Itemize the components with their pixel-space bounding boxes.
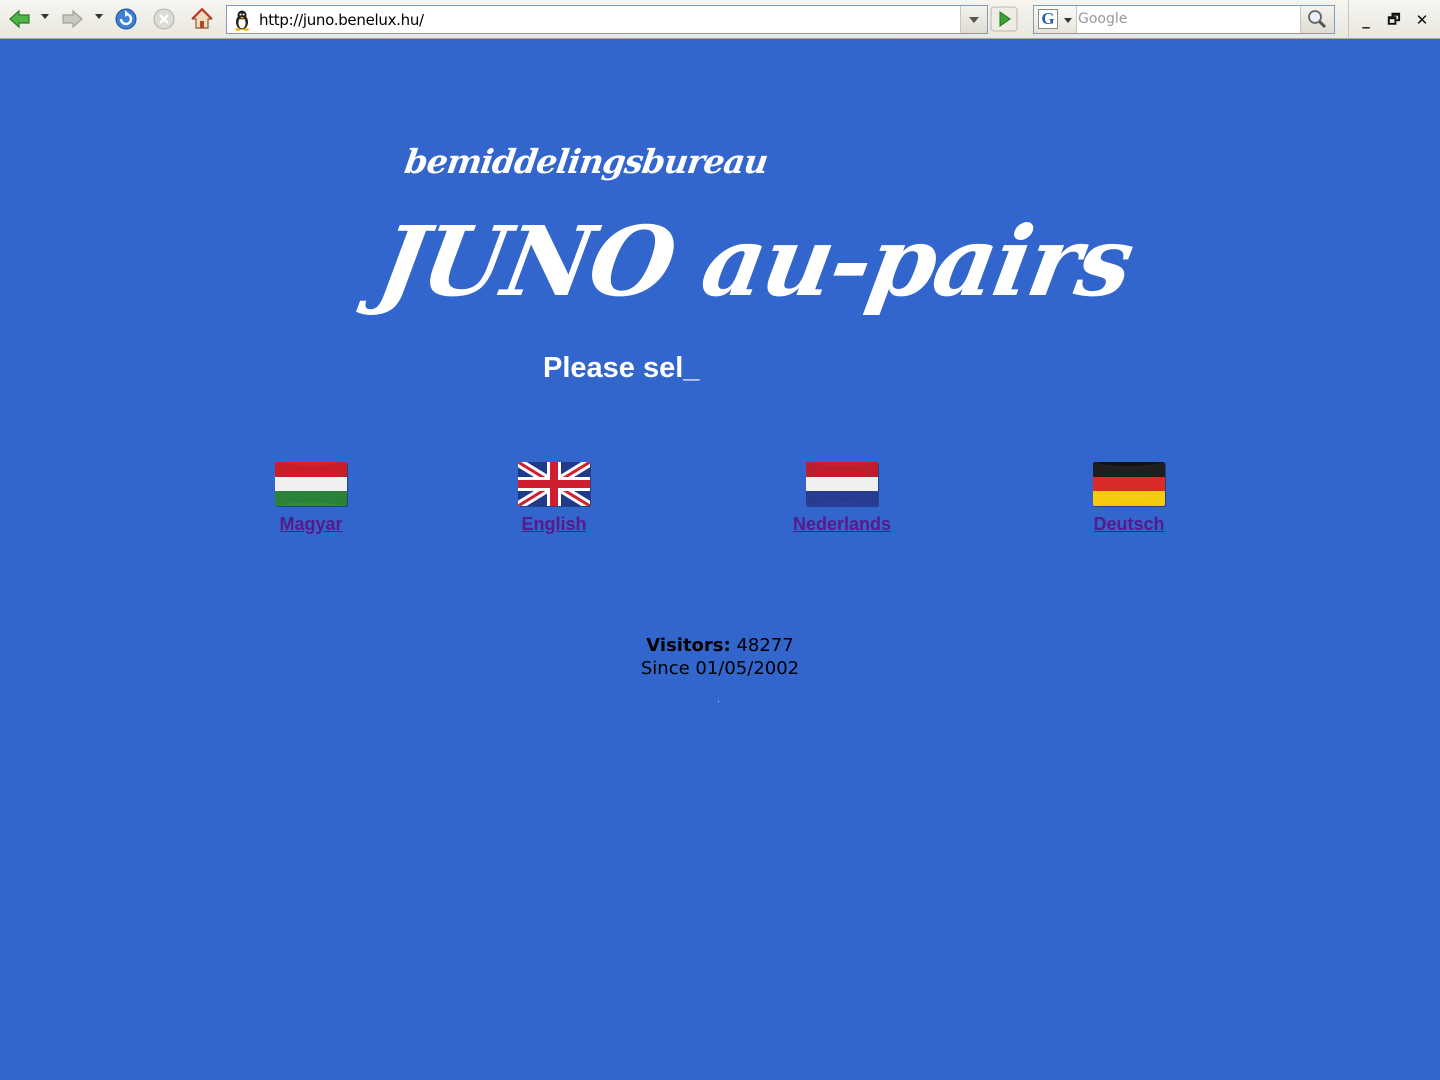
home-icon xyxy=(191,7,213,29)
page-subtitle: bemiddelingsbureau xyxy=(402,142,770,181)
visitor-count-line: Visitors: 48277 xyxy=(560,634,880,657)
reload-icon xyxy=(115,8,137,30)
visitor-counter: Visitors: 48277 Since 01/05/2002 xyxy=(560,634,880,680)
close-icon[interactable]: ✕ xyxy=(1411,9,1433,31)
stop-button[interactable] xyxy=(150,6,178,32)
magnifier-icon xyxy=(1308,10,1327,29)
visitors-count: 48277 xyxy=(736,635,794,656)
language-option-deutsch: Deutsch xyxy=(1086,462,1172,535)
url-text[interactable]: http://juno.benelux.hu/ xyxy=(259,11,424,29)
language-link-english[interactable]: English xyxy=(513,514,595,535)
minimize-icon[interactable]: _ xyxy=(1355,9,1377,31)
netherlands-flag-icon[interactable] xyxy=(806,462,878,506)
home-button[interactable] xyxy=(188,6,216,32)
visitors-label: Visitors: xyxy=(646,635,731,656)
reload-button[interactable] xyxy=(112,6,140,32)
language-option-english: English xyxy=(513,462,595,535)
back-history-dropdown[interactable] xyxy=(41,14,49,19)
go-arrow-icon xyxy=(990,6,1018,32)
germany-flag-icon[interactable] xyxy=(1093,462,1165,506)
language-prompt: Please sel_ xyxy=(543,352,700,384)
back-button[interactable] xyxy=(6,6,34,32)
language-link-nederlands[interactable]: Nederlands xyxy=(786,514,898,535)
back-arrow-icon xyxy=(9,9,30,29)
stop-icon xyxy=(153,8,175,30)
search-input[interactable] xyxy=(1078,9,1298,29)
tracking-pixel xyxy=(718,701,719,702)
page-title: JUNO au-pairs xyxy=(370,205,1141,318)
language-option-magyar: Magyar xyxy=(270,462,352,535)
search-bar: G xyxy=(1033,5,1335,34)
hungary-flag-icon[interactable] xyxy=(275,462,347,506)
search-button[interactable] xyxy=(1300,6,1334,33)
url-history-dropdown-button[interactable] xyxy=(960,6,987,33)
restore-icon[interactable]: 🗗 xyxy=(1383,9,1405,31)
forward-arrow-icon xyxy=(62,9,83,29)
forward-history-dropdown[interactable] xyxy=(95,14,103,19)
site-favicon-tux-icon xyxy=(235,10,249,31)
language-link-magyar[interactable]: Magyar xyxy=(270,514,352,535)
since-date: Since 01/05/2002 xyxy=(640,658,800,679)
google-engine-icon: G xyxy=(1038,9,1058,29)
forward-button[interactable] xyxy=(58,6,86,32)
language-option-nederlands: Nederlands xyxy=(786,462,898,535)
window-controls: _ 🗗 ✕ xyxy=(1348,0,1440,39)
search-engine-selector[interactable]: G xyxy=(1034,6,1077,33)
go-button[interactable] xyxy=(990,6,1018,32)
uk-flag-icon[interactable] xyxy=(518,462,590,506)
language-link-deutsch[interactable]: Deutsch xyxy=(1086,514,1172,535)
browser-toolbar: http://juno.benelux.hu/ G _ 🗗 ✕ xyxy=(0,0,1440,39)
address-bar[interactable]: http://juno.benelux.hu/ xyxy=(226,5,988,34)
